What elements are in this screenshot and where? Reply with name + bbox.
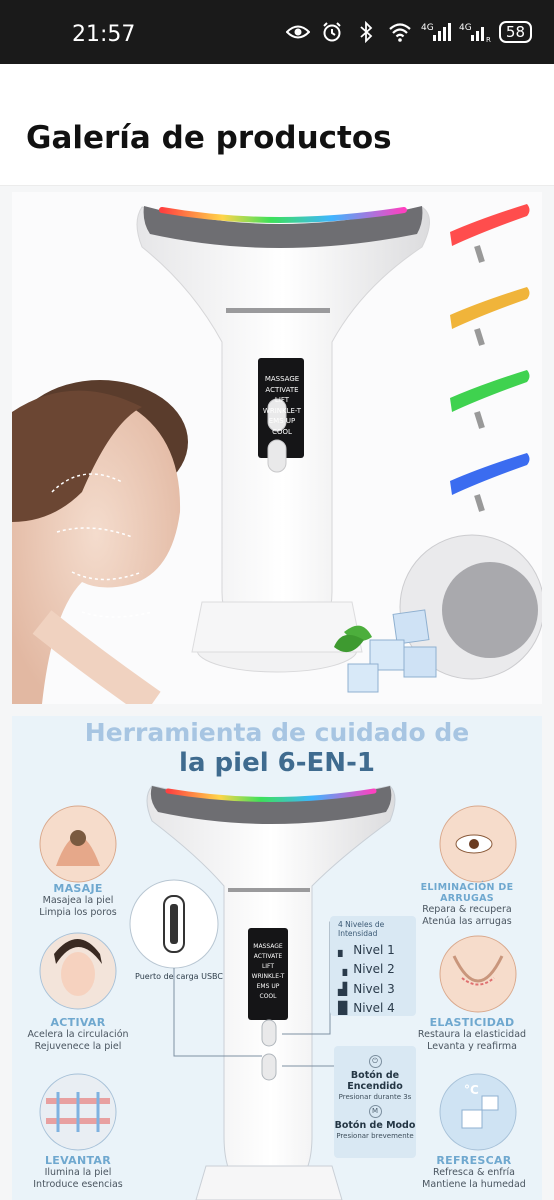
device-screen-1: MASSAGE ACTIVATE LIFT WRINKLE-T EMS UP C… [260, 374, 304, 437]
signal-4g-icon: 4G [421, 20, 451, 44]
feature-elasticidad-line2: Levanta y reafirma [427, 1041, 517, 1052]
power-button-desc: Presionar durante 3s [338, 1093, 412, 1101]
screen-mode-ems: EMS UP [268, 417, 296, 425]
level-3-row: ▟ Nivel 3 [338, 979, 414, 999]
mode-button-title: Botón de Modo [334, 1120, 416, 1131]
screen-mode-wrinkle: WRINKLE-T [262, 406, 302, 415]
feature-masaje-line2: Limpia los poros [39, 907, 117, 918]
buttons-info-box: ⏻ Botón de Encendido Presionar durante 3… [334, 1046, 416, 1158]
feature-masaje: MASAJE Masajea la piel Limpia los poros [28, 882, 128, 919]
power-button-title: Botón de Encendido [347, 1070, 403, 1092]
feature-arrugas-title: ELIMINACIÓN DE ARRUGAS [420, 882, 514, 904]
feature-arrugas: ELIMINACIÓN DE ARRUGAS Repara & recupera… [396, 882, 538, 928]
level-4-icon: █ [338, 1001, 348, 1016]
feature-refrescar: REFRESCAR Refresca & enfría Mantiene la … [418, 1154, 530, 1191]
network-label-1: 4G [421, 23, 434, 33]
product-image-1[interactable]: MASSAGE ACTIVATE LIFT WRINKLE-T EMS UP C… [12, 192, 542, 704]
level-1-icon: ▖ [338, 942, 348, 957]
screen-mode-massage: MASSAGE [264, 375, 300, 383]
svg-text:R: R [486, 36, 491, 43]
level-4-label: Nivel 4 [353, 1001, 395, 1016]
product-image-2[interactable]: Herramienta de cuidado de la piel 6-EN-1 [12, 716, 542, 1200]
feature-refrescar-title: REFRESCAR [436, 1154, 512, 1167]
feature-levantar: LEVANTAR Ilumina la piel Introduce esenc… [28, 1154, 128, 1191]
eye-comfort-icon [285, 20, 311, 44]
feature-elasticidad-title: ELASTICIDAD [429, 1016, 515, 1029]
feature-refrescar-line2: Mantiene la humedad [422, 1179, 526, 1190]
level-4-row: █ Nivel 4 [338, 999, 414, 1019]
signal-4g-r-icon: 4G R [459, 20, 491, 44]
usb-port-label: Puerto de carga USBC [135, 972, 223, 981]
product-image-1-art [12, 204, 542, 704]
feature-arrugas-line1: Repara & recupera [422, 904, 512, 915]
gallery-header: Galería de productos [0, 64, 554, 186]
screen2-mode-wrinkle: WRINKLE-T [251, 973, 285, 980]
feature-refrescar-line1: Refresca & enfría [433, 1167, 515, 1178]
svg-text:°C: °C [464, 1083, 479, 1097]
screen2-mode-massage: MASSAGE [253, 943, 283, 950]
feature-elasticidad-line1: Restaura la elasticidad [417, 1029, 527, 1040]
battery-indicator: 58 [498, 21, 532, 43]
feature-levantar-title: LEVANTAR [44, 1154, 112, 1167]
status-time: 21:57 [72, 22, 136, 47]
mode-icon: M [368, 1105, 382, 1118]
feature-activar-line1: Acelera la circulación [27, 1029, 129, 1040]
level-2-icon: ▗ [338, 962, 348, 977]
screen2-mode-ems: EMS UP [256, 983, 280, 990]
level-2-row: ▗ Nivel 2 [338, 960, 414, 980]
device-screen-2: MASSAGE ACTIVATE LIFT WRINKLE-T EMS UP C… [249, 942, 287, 1002]
feature-activar: ACTIVAR Acelera la circulación Rejuvenec… [22, 1016, 134, 1053]
screen-mode-lift: LIFT [274, 396, 290, 404]
bluetooth-icon [353, 20, 379, 44]
screen-mode-cool: COOL [272, 427, 292, 436]
feature-arrugas-line2: Atenúa las arrugas [422, 916, 512, 927]
power-icon: ⏻ [368, 1055, 382, 1068]
alarm-icon [319, 20, 345, 44]
feature-masaje-title: MASAJE [53, 882, 103, 895]
status-icons: 4G 4G R 58 [285, 20, 532, 44]
intensity-levels-title: 4 Niveles de Intensidad [338, 920, 385, 938]
level-3-label: Nivel 3 [353, 981, 395, 996]
level-1-label: Nivel 1 [353, 942, 395, 957]
screen-mode-activate: ACTIVATE [265, 385, 299, 394]
feature-levantar-line1: Ilumina la piel [44, 1167, 112, 1178]
wifi-icon [387, 20, 413, 44]
level-2-label: Nivel 2 [353, 962, 395, 977]
network-label-2: 4G [459, 23, 472, 33]
feature-masaje-line1: Masajea la piel [42, 895, 114, 906]
feature-activar-line2: Rejuvenece la piel [34, 1041, 122, 1052]
level-3-icon: ▟ [338, 981, 348, 996]
page-title: Galería de productos [26, 120, 392, 156]
level-1-row: ▖ Nivel 1 [338, 940, 414, 960]
mode-button-desc: Presionar brevemente [336, 1132, 414, 1140]
screen2-mode-lift: LIFT [261, 963, 275, 970]
intensity-levels: 4 Niveles de Intensidad ▖ Nivel 1 ▗ Nivel … [338, 920, 414, 1018]
feature-levantar-line2: Introduce esencias [33, 1179, 123, 1190]
status-bar: 21:57 4G 4G R 58 [0, 0, 554, 64]
screen2-mode-activate: ACTIVATE [253, 953, 283, 960]
screen2-mode-cool: COOL [259, 993, 277, 1000]
feature-activar-title: ACTIVAR [50, 1016, 106, 1029]
feature-elasticidad: ELASTICIDAD Restaura la elasticidad Leva… [412, 1016, 532, 1053]
